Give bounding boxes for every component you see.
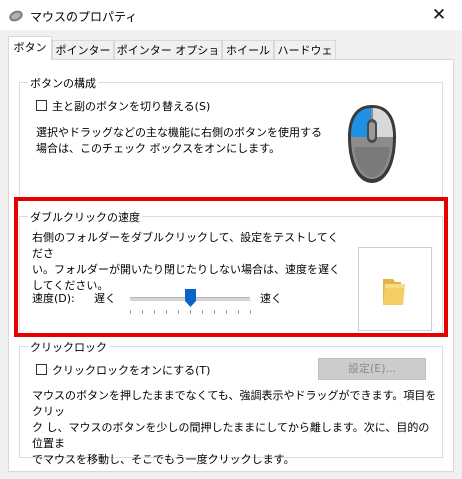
button-config-description: 選択やドラッグなどの主な機能に右側のボタンを使用する 場合は、このチェック ボッ… <box>36 125 326 157</box>
switch-buttons-checkbox[interactable] <box>36 100 47 111</box>
tab-pointer-options[interactable]: ポインター オプション <box>114 40 222 76</box>
window-title: マウスのプロパティ <box>30 10 138 24</box>
tab-panel: ボタンの構成 主と副のボタンを切り替える(S) 選択やドラッグなどの主な機能に右… <box>8 59 454 472</box>
click-lock-settings-button[interactable]: 設定(E)... <box>318 358 426 380</box>
double-click-legend: ダブルクリックの速度 <box>28 209 142 225</box>
click-lock-label[interactable]: クリックロックをオンにする(T) <box>52 362 210 378</box>
double-click-description: 右側のフォルダーをダブルクリックして、設定をテストしてくださ い。フォルダーが開… <box>32 230 342 294</box>
title-bar: マウスのプロパティ ✕ <box>0 0 462 30</box>
slider-tick <box>238 310 239 314</box>
tab-wheel[interactable]: ホイール <box>222 40 274 59</box>
button-config-legend: ボタンの構成 <box>28 75 98 91</box>
double-click-desc-line: 右側のフォルダーをダブルクリックして、設定をテストしてくださ <box>32 231 339 260</box>
close-button[interactable]: ✕ <box>416 0 462 30</box>
slider-tick <box>154 310 155 314</box>
slider-tick <box>226 310 227 314</box>
slider-tick <box>142 310 143 314</box>
close-icon: ✕ <box>431 5 447 25</box>
folder-icon[interactable] <box>381 276 407 306</box>
click-lock-desc-line: マウスのボタンを押したままでなくても、強調表示やドラッグができます。項目をクリッ <box>32 389 437 418</box>
tab-buttons[interactable]: ボタン <box>8 36 52 60</box>
click-lock-desc-line: ク し、マウスのボタンを少しの間押したままにしてから離します。次に、目的の位置ま <box>32 421 430 450</box>
click-lock-checkbox[interactable] <box>36 364 47 375</box>
button-config-group: ボタンの構成 主と副のボタンを切り替える(S) 選択やドラッグなどの主な機能に右… <box>19 75 443 198</box>
button-config-desc-line: 選択やドラッグなどの主な機能に右側のボタンを使用する <box>36 126 322 139</box>
double-click-group: ダブルクリックの速度 右側のフォルダーをダブルクリックして、設定をテストしてくだ… <box>19 209 443 336</box>
slider-tick <box>214 310 215 314</box>
mouse-icon <box>8 8 24 22</box>
tab-pointers[interactable]: ポインター <box>52 40 114 59</box>
speed-slow-label: 遅く <box>94 292 116 305</box>
double-click-desc-line: い。フォルダーが開いたり閉じたりしない場合は、速度を遅く <box>32 263 340 276</box>
speed-slider-thumb[interactable] <box>184 289 196 307</box>
slider-tick <box>130 310 131 314</box>
click-lock-legend: クリックロック <box>28 339 109 355</box>
slider-tick <box>250 310 251 314</box>
button-config-desc-line: 場合は、このチェック ボックスをオンにします。 <box>36 142 281 155</box>
mouse-illustration-icon <box>344 103 400 187</box>
slider-tick <box>202 310 203 314</box>
slider-tick <box>166 310 167 314</box>
slider-tick <box>190 310 191 314</box>
speed-fast-label: 速く <box>260 292 282 305</box>
tab-hardware[interactable]: ハードウェア <box>274 40 336 76</box>
speed-label: 速度(D): <box>32 292 75 305</box>
test-folder-area[interactable] <box>358 247 432 331</box>
click-lock-description: マウスのボタンを押したままでなくても、強調表示やドラッグができます。項目をクリッ… <box>32 388 440 468</box>
click-lock-group: クリックロック クリックロックをオンにする(T) 設定(E)... マウスのボタ… <box>19 339 443 466</box>
slider-tick <box>178 310 179 314</box>
click-lock-desc-line: でマウスを移動し、そこでもう一度クリックします。 <box>32 453 295 466</box>
switch-buttons-label[interactable]: 主と副のボタンを切り替える(S) <box>52 98 210 114</box>
